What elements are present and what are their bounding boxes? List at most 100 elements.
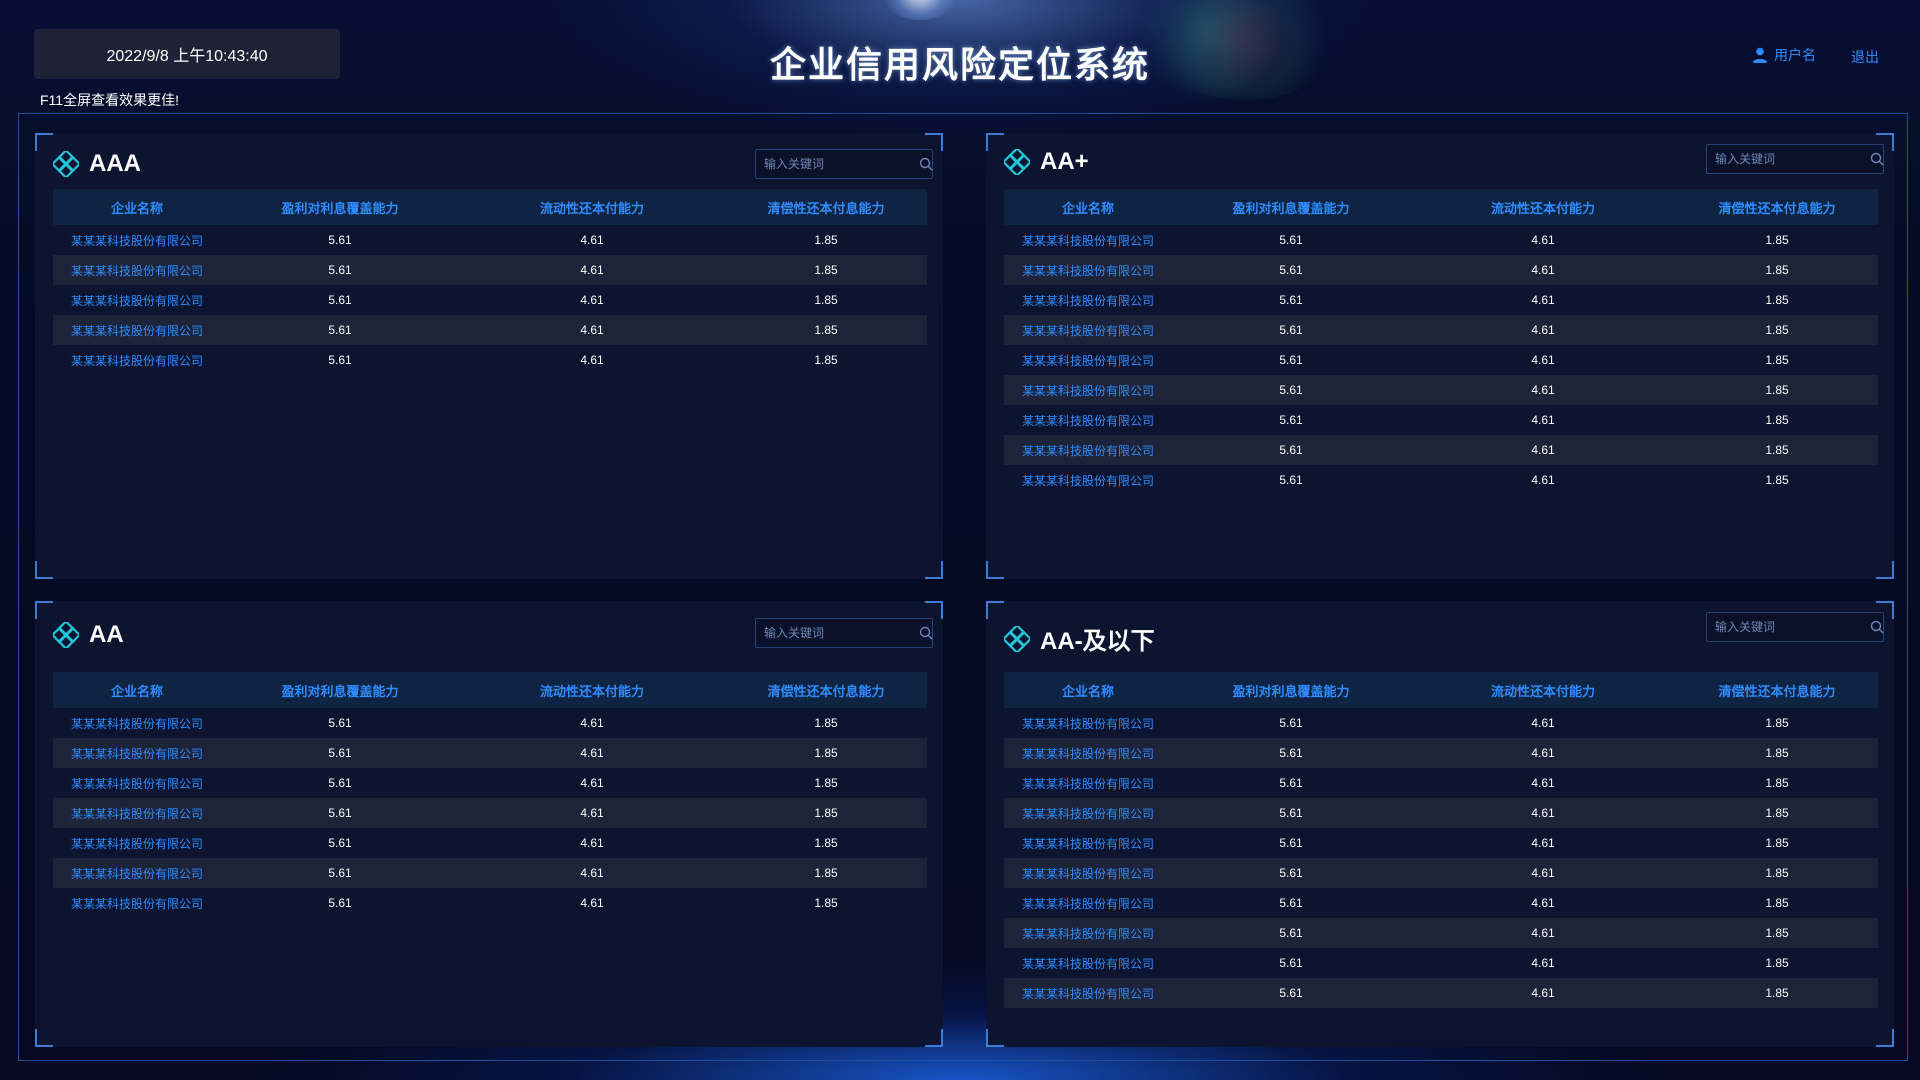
company-name-link[interactable]: 某某某科技股份有限公司 (1004, 708, 1172, 738)
table-row[interactable]: 某某某科技股份有限公司 5.61 4.61 1.85 (1004, 918, 1878, 948)
table-row[interactable]: 某某某科技股份有限公司 5.61 4.61 1.85 (1004, 708, 1878, 738)
table-row[interactable]: 某某某科技股份有限公司 5.61 4.61 1.85 (53, 345, 927, 375)
table-row[interactable]: 某某某科技股份有限公司 5.61 4.61 1.85 (53, 315, 927, 345)
table-row[interactable]: 某某某科技股份有限公司 5.61 4.61 1.85 (1004, 375, 1878, 405)
search-icon[interactable] (1870, 620, 1884, 634)
company-name-link[interactable]: 某某某科技股份有限公司 (1004, 465, 1172, 495)
keyword-search-input[interactable] (764, 157, 919, 171)
company-name-link[interactable]: 某某某科技股份有限公司 (1004, 738, 1172, 768)
company-name-link[interactable]: 某某某科技股份有限公司 (1004, 948, 1172, 978)
company-name-link[interactable]: 某某某科技股份有限公司 (1004, 435, 1172, 465)
keyword-search-box[interactable] (755, 618, 933, 648)
column-header[interactable]: 盈利对利息覆盖能力 (1172, 189, 1410, 225)
column-header[interactable]: 企业名称 (1004, 672, 1172, 708)
table-row[interactable]: 某某某科技股份有限公司 5.61 4.61 1.85 (53, 708, 927, 738)
search-icon[interactable] (919, 626, 933, 640)
column-header[interactable]: 流动性还本付能力 (1410, 672, 1676, 708)
user-menu[interactable]: 用户名 (1752, 45, 1816, 65)
company-name-link[interactable]: 某某某科技股份有限公司 (53, 255, 221, 285)
table-row[interactable]: 某某某科技股份有限公司 5.61 4.61 1.85 (53, 888, 927, 918)
keyword-search-box[interactable] (1706, 612, 1884, 642)
company-name-link[interactable]: 某某某科技股份有限公司 (53, 888, 221, 918)
dashboard-screen: 2022/9/8 上午10:43:40 F11全屏查看效果更佳! 企业信用风险定… (0, 0, 1920, 1080)
company-name-link[interactable]: 某某某科技股份有限公司 (53, 828, 221, 858)
table-row[interactable]: 某某某科技股份有限公司 5.61 4.61 1.85 (53, 255, 927, 285)
column-header[interactable]: 流动性还本付能力 (459, 672, 725, 708)
company-name-link[interactable]: 某某某科技股份有限公司 (53, 315, 221, 345)
table-row[interactable]: 某某某科技股份有限公司 5.61 4.61 1.85 (1004, 255, 1878, 285)
company-table: 企业名称 盈利对利息覆盖能力 流动性还本付能力 清偿性还本付息能力 某某某科技股份有限公… (53, 672, 927, 918)
keyword-search-input[interactable] (1715, 620, 1870, 634)
company-name-link[interactable]: 某某某科技股份有限公司 (1004, 798, 1172, 828)
keyword-search-input[interactable] (764, 626, 919, 640)
table-row[interactable]: 某某某科技股份有限公司 5.61 4.61 1.85 (53, 738, 927, 768)
company-name-link[interactable]: 某某某科技股份有限公司 (1004, 225, 1172, 255)
table-row[interactable]: 某某某科技股份有限公司 5.61 4.61 1.85 (1004, 315, 1878, 345)
table-row[interactable]: 某某某科技股份有限公司 5.61 4.61 1.85 (53, 798, 927, 828)
column-header[interactable]: 企业名称 (53, 672, 221, 708)
search-icon[interactable] (919, 157, 933, 171)
company-name-link[interactable]: 某某某科技股份有限公司 (53, 285, 221, 315)
table-row[interactable]: 某某某科技股份有限公司 5.61 4.61 1.85 (1004, 858, 1878, 888)
column-header[interactable]: 清偿性还本付息能力 (1676, 672, 1878, 708)
column-header[interactable]: 清偿性还本付息能力 (725, 189, 927, 225)
column-header[interactable]: 流动性还本付能力 (459, 189, 725, 225)
column-header[interactable]: 企业名称 (53, 189, 221, 225)
company-name-link[interactable]: 某某某科技股份有限公司 (1004, 888, 1172, 918)
corner-decoration (1876, 1029, 1894, 1047)
column-header[interactable]: 盈利对利息覆盖能力 (1172, 672, 1410, 708)
company-name-link[interactable]: 某某某科技股份有限公司 (53, 768, 221, 798)
table-row[interactable]: 某某某科技股份有限公司 5.61 4.61 1.85 (1004, 345, 1878, 375)
company-name-link[interactable]: 某某某科技股份有限公司 (1004, 858, 1172, 888)
table-row[interactable]: 某某某科技股份有限公司 5.61 4.61 1.85 (1004, 828, 1878, 858)
column-header[interactable]: 盈利对利息覆盖能力 (221, 189, 459, 225)
company-name-link[interactable]: 某某某科技股份有限公司 (53, 738, 221, 768)
table-row[interactable]: 某某某科技股份有限公司 5.61 4.61 1.85 (1004, 768, 1878, 798)
interest-coverage-value: 5.61 (1279, 473, 1303, 487)
company-name-link[interactable]: 某某某科技股份有限公司 (1004, 315, 1172, 345)
logout-button[interactable]: 退出 (1851, 47, 1879, 67)
table-row[interactable]: 某某某科技股份有限公司 5.61 4.61 1.85 (53, 768, 927, 798)
keyword-search-box[interactable] (1706, 144, 1884, 174)
table-row[interactable]: 某某某科技股份有限公司 5.61 4.61 1.85 (1004, 948, 1878, 978)
liquidity-repayment-value: 4.61 (1531, 926, 1555, 940)
table-row[interactable]: 某某某科技股份有限公司 5.61 4.61 1.85 (53, 285, 927, 315)
rating-panel-aa: AA 企业名称盈利对利息覆盖能力流动性还本付能力清偿性还本付息能力某某某科技股份… (35, 601, 943, 1047)
column-header[interactable]: 企业名称 (1004, 189, 1172, 225)
company-name-link[interactable]: 某某某科技股份有限公司 (1004, 375, 1172, 405)
company-name-link[interactable]: 某某某科技股份有限公司 (1004, 255, 1172, 285)
company-name-link[interactable]: 某某某科技股份有限公司 (53, 345, 221, 375)
search-icon[interactable] (1870, 152, 1884, 166)
table-row[interactable]: 某某某科技股份有限公司 5.61 4.61 1.85 (1004, 888, 1878, 918)
table-row[interactable]: 某某某科技股份有限公司 5.61 4.61 1.85 (1004, 798, 1878, 828)
company-name-link[interactable]: 某某某科技股份有限公司 (1004, 918, 1172, 948)
company-name-link[interactable]: 某某某科技股份有限公司 (1004, 405, 1172, 435)
panel-header: AAA (50, 148, 141, 180)
column-header[interactable]: 清偿性还本付息能力 (1676, 189, 1878, 225)
company-name-link[interactable]: 某某某科技股份有限公司 (1004, 345, 1172, 375)
table-row[interactable]: 某某某科技股份有限公司 5.61 4.61 1.85 (53, 828, 927, 858)
table-row[interactable]: 某某某科技股份有限公司 5.61 4.61 1.85 (53, 858, 927, 888)
keyword-search-box[interactable] (755, 149, 933, 179)
company-name-link[interactable]: 某某某科技股份有限公司 (1004, 828, 1172, 858)
table-row[interactable]: 某某某科技股份有限公司 5.61 4.61 1.85 (53, 225, 927, 255)
company-name-link[interactable]: 某某某科技股份有限公司 (1004, 978, 1172, 1008)
keyword-search-input[interactable] (1715, 152, 1870, 166)
interest-coverage-value: 5.61 (1279, 776, 1303, 790)
table-row[interactable]: 某某某科技股份有限公司 5.61 4.61 1.85 (1004, 405, 1878, 435)
table-row[interactable]: 某某某科技股份有限公司 5.61 4.61 1.85 (1004, 465, 1878, 495)
table-row[interactable]: 某某某科技股份有限公司 5.61 4.61 1.85 (1004, 435, 1878, 465)
company-name-link[interactable]: 某某某科技股份有限公司 (53, 225, 221, 255)
table-row[interactable]: 某某某科技股份有限公司 5.61 4.61 1.85 (1004, 738, 1878, 768)
table-row[interactable]: 某某某科技股份有限公司 5.61 4.61 1.85 (1004, 285, 1878, 315)
company-name-link[interactable]: 某某某科技股份有限公司 (53, 708, 221, 738)
company-name-link[interactable]: 某某某科技股份有限公司 (1004, 285, 1172, 315)
table-row[interactable]: 某某某科技股份有限公司 5.61 4.61 1.85 (1004, 225, 1878, 255)
column-header[interactable]: 盈利对利息覆盖能力 (221, 672, 459, 708)
company-name-link[interactable]: 某某某科技股份有限公司 (53, 798, 221, 828)
table-row[interactable]: 某某某科技股份有限公司 5.61 4.61 1.85 (1004, 978, 1878, 1008)
company-name-link[interactable]: 某某某科技股份有限公司 (53, 858, 221, 888)
column-header[interactable]: 流动性还本付能力 (1410, 189, 1676, 225)
company-name-link[interactable]: 某某某科技股份有限公司 (1004, 768, 1172, 798)
column-header[interactable]: 清偿性还本付息能力 (725, 672, 927, 708)
